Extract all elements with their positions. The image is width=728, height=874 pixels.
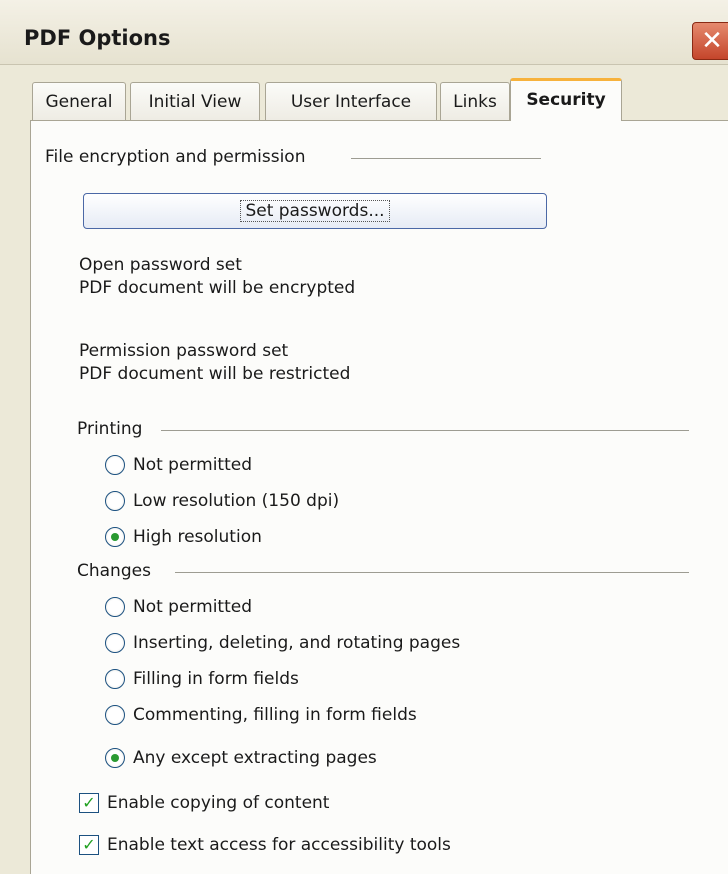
printing-group-label: Printing — [77, 419, 143, 439]
radio-button-selected[interactable] — [105, 748, 125, 768]
tab-initial-view[interactable]: Initial View — [130, 82, 260, 120]
radio-label: Any except extracting pages — [133, 748, 377, 768]
checkbox-label: Enable text access for accessibility too… — [107, 835, 451, 855]
pdf-options-dialog: PDF Options ✕ General Initial View User … — [0, 0, 728, 874]
radio-button[interactable] — [105, 669, 125, 689]
security-panel: File encryption and permission Set passw… — [30, 120, 728, 874]
radio-label: Inserting, deleting, and rotating pages — [133, 633, 461, 653]
checkmark-icon[interactable]: ✓ — [79, 793, 99, 813]
close-button[interactable]: ✕ — [692, 22, 728, 60]
radio-label: Low resolution (150 dpi) — [133, 491, 340, 511]
radio-button[interactable] — [105, 705, 125, 725]
title-bar[interactable]: PDF Options ✕ — [0, 0, 728, 65]
open-password-status: Open password set — [79, 255, 242, 275]
radio-button[interactable] — [105, 633, 125, 653]
changes-group-divider — [175, 572, 689, 573]
printing-group-divider — [161, 430, 689, 431]
radio-label: Commenting, filling in form fields — [133, 705, 417, 725]
encryption-status: PDF document will be encrypted — [79, 278, 356, 298]
close-icon: ✕ — [701, 26, 723, 56]
checkbox-label: Enable copying of content — [107, 793, 330, 813]
changes-group-label: Changes — [77, 561, 151, 581]
radio-label: Not permitted — [133, 455, 252, 475]
radio-button[interactable] — [105, 455, 125, 475]
checkmark-icon[interactable]: ✓ — [79, 835, 99, 855]
tab-user-interface[interactable]: User Interface — [265, 82, 437, 120]
set-passwords-label: Set passwords... — [240, 200, 390, 222]
radio-label: Not permitted — [133, 597, 252, 617]
tab-security[interactable]: Security — [510, 78, 622, 121]
permission-password-status: Permission password set — [79, 341, 289, 361]
radio-button-selected[interactable] — [105, 527, 125, 547]
set-passwords-button[interactable]: Set passwords... — [83, 193, 547, 229]
radio-button[interactable] — [105, 491, 125, 511]
tab-links[interactable]: Links — [440, 82, 510, 120]
encryption-group-label: File encryption and permission — [45, 147, 306, 167]
tab-general[interactable]: General — [32, 82, 126, 120]
radio-button[interactable] — [105, 597, 125, 617]
restriction-status: PDF document will be restricted — [79, 364, 351, 384]
encryption-group-divider — [351, 158, 541, 159]
radio-label: High resolution — [133, 527, 262, 547]
dialog-title: PDF Options — [24, 26, 171, 50]
radio-label: Filling in form fields — [133, 669, 299, 689]
